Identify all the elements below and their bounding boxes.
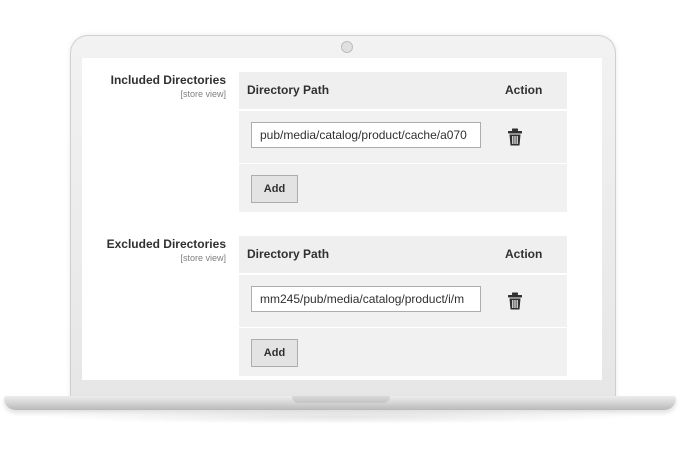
included-directories-grid: Directory Path Action Add xyxy=(239,72,567,212)
included-add-button[interactable]: Add xyxy=(251,175,298,203)
excluded-directories-grid: Directory Path Action Add xyxy=(239,236,567,376)
excluded-path-input[interactable] xyxy=(251,286,481,312)
laptop-screen: Included Directories [store view] Direct… xyxy=(82,58,602,380)
table-row xyxy=(239,275,567,328)
excluded-scope: [store view] xyxy=(180,253,226,263)
excluded-directories-label: Excluded Directories [store view] xyxy=(86,237,226,263)
excluded-column-action: Action xyxy=(505,247,543,261)
excluded-grid-header: Directory Path Action xyxy=(239,236,567,275)
camera-icon xyxy=(341,41,353,53)
laptop-shadow xyxy=(40,410,640,424)
laptop-base-notch xyxy=(292,396,390,403)
included-path-input[interactable] xyxy=(251,122,481,148)
included-title: Included Directories xyxy=(110,73,226,87)
included-column-path: Directory Path xyxy=(247,83,330,97)
included-scope: [store view] xyxy=(180,89,226,99)
excluded-grid-footer: Add xyxy=(239,328,567,376)
trash-icon[interactable] xyxy=(507,292,523,310)
included-directories-label: Included Directories [store view] xyxy=(86,73,226,99)
excluded-add-button[interactable]: Add xyxy=(251,339,298,367)
excluded-column-path: Directory Path xyxy=(247,247,330,261)
included-grid-header: Directory Path Action xyxy=(239,72,567,111)
included-column-action: Action xyxy=(505,83,543,97)
table-row xyxy=(239,111,567,164)
trash-icon[interactable] xyxy=(507,128,523,146)
excluded-title: Excluded Directories xyxy=(106,237,226,251)
included-grid-footer: Add xyxy=(239,164,567,212)
